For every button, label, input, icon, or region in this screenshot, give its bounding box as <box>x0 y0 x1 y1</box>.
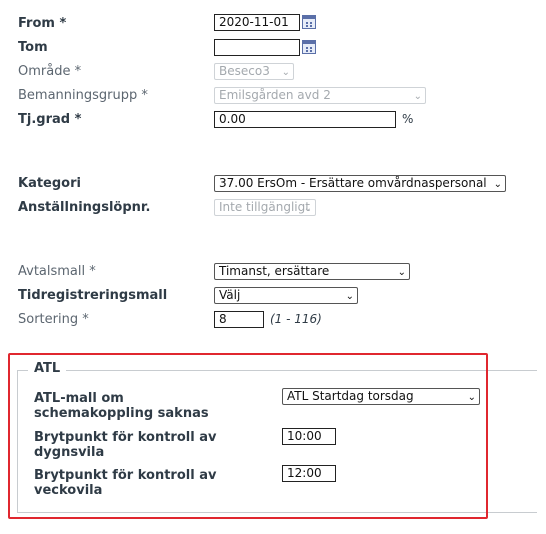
tom-label: Tom <box>18 40 48 55</box>
chevron-down-icon: ⌄ <box>281 67 290 78</box>
kategori-select[interactable]: 37.00 ErsOm - Ersättare omvårdnaspersona… <box>214 175 506 192</box>
from-date-input[interactable]: 2020-11-01 <box>214 14 300 31</box>
anstallningslopnr-select: Inte tillgängligt ⌄ <box>214 199 316 216</box>
chevron-down-icon: ⌄ <box>413 91 422 102</box>
tidregistreringsmall-label: Tidregistreringsmall <box>18 288 168 303</box>
calendar-icon[interactable] <box>302 40 316 54</box>
calendar-icon[interactable] <box>302 15 316 29</box>
bemanningsgrupp-label: Bemanningsgrupp * <box>18 88 148 103</box>
kategori-label: Kategori <box>18 176 81 191</box>
tjgrad-label: Tj.grad * <box>18 112 82 127</box>
tjgrad-input[interactable]: 0.00 <box>214 111 396 128</box>
from-label: From * <box>18 16 67 31</box>
kategori-value: 37.00 ErsOm - Ersättare omvårdnaspersona… <box>219 176 487 190</box>
bemanningsgrupp-value: Emilsgården avd 2 <box>219 88 331 102</box>
sortering-input[interactable]: 8 <box>214 311 264 328</box>
atl-highlight-frame <box>8 353 488 519</box>
omrade-select: Beseco3 ⌄ <box>214 63 294 80</box>
tidregistreringsmall-select[interactable]: Välj ⌄ <box>214 287 358 304</box>
tom-date-input[interactable] <box>214 39 300 56</box>
avtalsmall-label: Avtalsmall * <box>18 264 96 279</box>
percent-unit: % <box>402 112 414 126</box>
omrade-label: Område * <box>18 64 82 79</box>
anstallningslopnr-value: Inte tillgängligt <box>219 200 310 214</box>
chevron-down-icon: ⌄ <box>397 267 406 278</box>
tidregistreringsmall-value: Välj <box>219 288 241 302</box>
avtalsmall-select[interactable]: Timanst, ersättare ⌄ <box>214 263 410 280</box>
chevron-down-icon: ⌄ <box>493 179 502 190</box>
omrade-value: Beseco3 <box>219 64 270 78</box>
anstallningslopnr-label: Anställningslöpnr. <box>18 200 151 215</box>
avtalsmall-value: Timanst, ersättare <box>219 264 330 278</box>
bemanningsgrupp-select: Emilsgården avd 2 ⌄ <box>214 87 426 104</box>
sortering-label: Sortering * <box>18 312 89 327</box>
sortering-range-hint: (1 - 116) <box>270 312 322 326</box>
chevron-down-icon: ⌄ <box>345 291 354 302</box>
chevron-down-icon: ⌄ <box>303 203 312 214</box>
